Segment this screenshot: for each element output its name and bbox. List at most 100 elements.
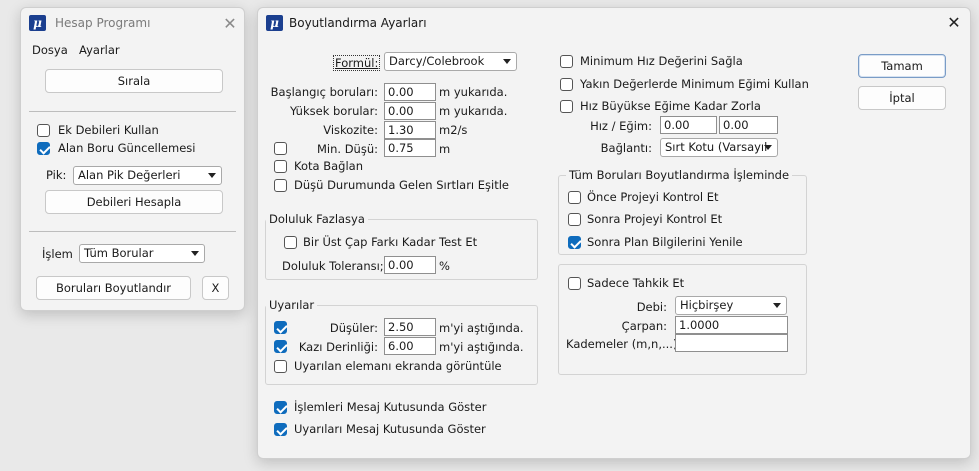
uyarilari-mesaj-checkbox[interactable]: [274, 423, 287, 436]
settings-window: μ Boyutlandırma Ayarları ✕ Formül: Darcy…: [257, 7, 971, 459]
doluluk-group-title: Doluluk Fazlasya: [266, 212, 368, 226]
chevron-down-icon: [208, 173, 216, 178]
alan-boru-label: Alan Boru Güncellemesi: [58, 141, 196, 155]
ok-button[interactable]: Tamam: [858, 54, 946, 78]
formul-label: Formül:: [333, 55, 381, 71]
bir-ust-label: Bir Üst Çap Farkı Kadar Test Et: [303, 235, 478, 249]
tum-borular-group-title: Tüm Boruları Boyutlandırma İşleminde: [566, 168, 793, 182]
sonra-plan-checkbox[interactable]: [568, 236, 581, 249]
pik-select[interactable]: Alan Pik Değerleri: [73, 166, 222, 185]
bir-ust-checkbox[interactable]: [284, 236, 297, 249]
islem-select[interactable]: Tüm Borular: [79, 244, 205, 263]
formul-label-text: Formül:: [335, 56, 379, 70]
min-dusu-input[interactable]: 0.75: [384, 139, 436, 157]
baslangic-label: Başlangıç boruları:: [270, 85, 378, 99]
hiz-buyukse-label: Hız Büyükse Eğime Kadar Zorla: [580, 99, 761, 113]
carpan-input[interactable]: 1.0000: [675, 316, 788, 334]
sonra-kontrol-checkbox[interactable]: [568, 213, 581, 226]
once-kontrol-label: Önce Projeyi Kontrol Et: [587, 190, 719, 204]
divider: [29, 111, 236, 112]
sadece-tahkik-label: Sadece Tahkik Et: [587, 276, 685, 290]
min-hiz-checkbox[interactable]: [560, 55, 573, 68]
divider: [29, 231, 236, 232]
viskozite-unit: m2/s: [439, 123, 468, 137]
x-button[interactable]: X: [202, 276, 229, 300]
viskozite-label: Viskozite:: [323, 123, 378, 137]
kazi-checkbox[interactable]: [274, 340, 287, 353]
baglanti-select-value: Sırt Kotu (Varsayıl: [665, 140, 768, 154]
ek-debiler-label: Ek Debileri Kullan: [58, 123, 159, 137]
formul-select[interactable]: Darcy/Colebrook: [384, 52, 517, 71]
close-icon[interactable]: ✕: [220, 13, 240, 33]
chevron-down-icon: [191, 251, 199, 256]
formul-select-value: Darcy/Colebrook: [389, 54, 485, 68]
chevron-down-icon: [773, 303, 781, 308]
alan-boru-checkbox[interactable]: [37, 142, 50, 155]
dusu-durumunda-label: Düşü Durumunda Gelen Sırtları Eşitle: [294, 178, 510, 192]
uyarilari-mesaj-label: Uyarıları Mesaj Kutusunda Göster: [294, 422, 486, 436]
hesap-window: μ Hesap Programı ✕ Dosya Ayarlar Sırala …: [20, 7, 245, 311]
hesap-title: Hesap Programı: [55, 16, 151, 30]
ek-debiler-checkbox[interactable]: [37, 124, 50, 137]
hiz-egim-input-1[interactable]: 0.00: [660, 116, 717, 134]
size-pipes-button[interactable]: Boruları Boyutlandır: [36, 276, 191, 300]
hiz-buyukse-checkbox[interactable]: [560, 100, 573, 113]
uyarilar-group-title: Uyarılar: [266, 298, 318, 312]
baglanti-label: Bağlantı:: [600, 141, 652, 155]
islemleri-mesaj-label: İşlemleri Mesaj Kutusunda Göster: [294, 400, 487, 414]
sonra-kontrol-label: Sonra Projeyi Kontrol Et: [587, 212, 723, 226]
sonra-plan-label: Sonra Plan Bilgilerini Yenile: [587, 235, 743, 249]
islem-label: İşlem: [42, 247, 73, 261]
dusuler-input[interactable]: 2.50: [384, 318, 436, 336]
dusuler-label: Düşüler:: [329, 321, 378, 335]
menu-dosya[interactable]: Dosya: [32, 43, 68, 57]
min-dusu-checkbox[interactable]: [274, 142, 287, 155]
debi-select-value: Hiçbirşey: [680, 298, 734, 312]
kademeler-label: Kademeler (m,n,...):: [566, 337, 682, 351]
kota-baglan-label: Kota Bağlan: [294, 159, 363, 173]
kademeler-input[interactable]: [675, 334, 788, 352]
kazi-input[interactable]: 6.00: [384, 337, 436, 355]
hiz-egim-input-2[interactable]: 0.00: [719, 116, 778, 134]
hiz-egim-label: Hız / Eğim:: [590, 119, 652, 133]
min-hiz-label: Minimum Hız Değerini Sağla: [580, 54, 743, 68]
hesap-titlebar: μ Hesap Programı ✕: [21, 8, 244, 38]
settings-title: Boyutlandırma Ayarları: [289, 16, 427, 30]
yakin-deger-checkbox[interactable]: [560, 78, 573, 91]
tolerans-input[interactable]: 0.00: [384, 256, 436, 274]
sort-button[interactable]: Sırala: [45, 69, 223, 93]
pik-label: Pik:: [46, 168, 67, 182]
yakin-deger-label: Yakın Değerlerde Minimum Eğimi Kullan: [580, 77, 809, 91]
yuksek-unit: m yukarıda.: [439, 104, 508, 118]
debi-label: Debi:: [636, 300, 667, 314]
sadece-tahkik-checkbox[interactable]: [568, 277, 581, 290]
tolerans-unit: %: [439, 259, 450, 273]
debi-select[interactable]: Hiçbirşey: [675, 296, 787, 315]
kota-baglan-checkbox[interactable]: [274, 160, 287, 173]
cancel-button[interactable]: İptal: [858, 86, 946, 110]
once-kontrol-checkbox[interactable]: [568, 191, 581, 204]
islemleri-mesaj-checkbox[interactable]: [274, 401, 287, 414]
viskozite-input[interactable]: 1.30: [384, 121, 436, 139]
dusuler-checkbox[interactable]: [274, 321, 287, 334]
app-logo-icon: μ: [266, 15, 283, 31]
islem-select-value: Tüm Borular: [84, 246, 154, 260]
dusuler-unit: m'yi aştığında.: [439, 321, 524, 335]
baslangic-unit: m yukarıda.: [439, 85, 508, 99]
chevron-down-icon: [503, 59, 511, 64]
baglanti-select[interactable]: Sırt Kotu (Varsayıl: [660, 138, 778, 157]
kazi-label: Kazı Derinliği:: [298, 340, 378, 354]
tolerans-label: Doluluk Toleransı;: [282, 259, 384, 273]
close-icon[interactable]: ✕: [944, 12, 964, 32]
calc-button[interactable]: Debileri Hesapla: [45, 190, 223, 214]
menu-ayarlar[interactable]: Ayarlar: [79, 43, 120, 57]
dusu-durumunda-checkbox[interactable]: [274, 179, 287, 192]
uyarilan-checkbox[interactable]: [274, 360, 287, 373]
uyarilan-label: Uyarılan elemanı ekranda görüntüle: [294, 359, 502, 373]
chevron-down-icon: [764, 145, 772, 150]
baslangic-input[interactable]: 0.00: [384, 83, 436, 101]
pik-select-value: Alan Pik Değerleri: [78, 168, 181, 182]
min-dusu-unit: m: [439, 142, 451, 156]
yuksek-input[interactable]: 0.00: [384, 102, 436, 120]
app-logo-icon: μ: [29, 15, 46, 31]
